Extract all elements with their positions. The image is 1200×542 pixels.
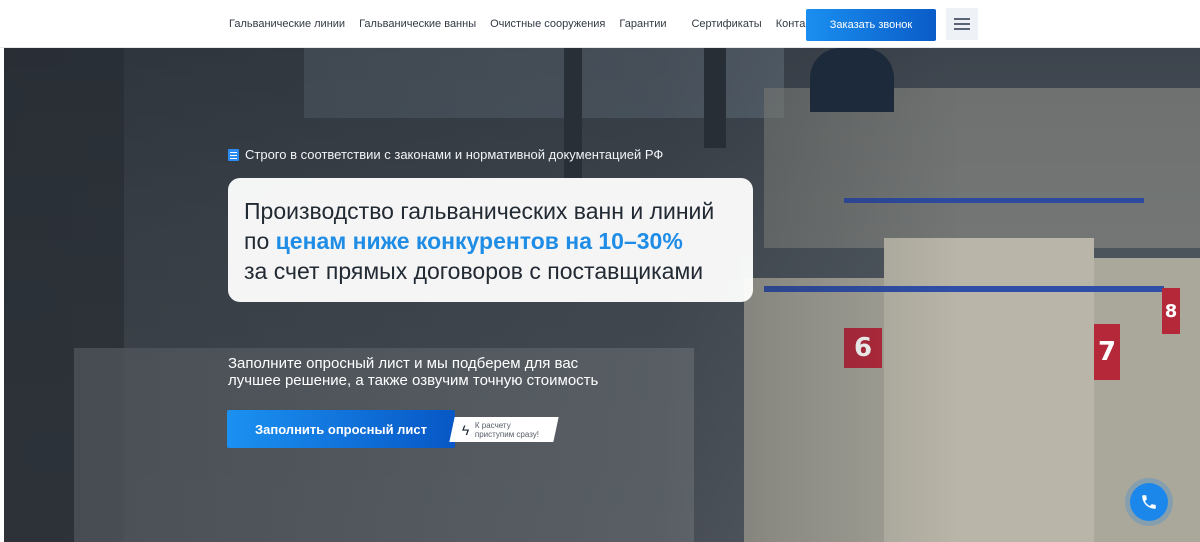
nav-link-guarantees[interactable]: Гарантии xyxy=(619,18,666,30)
nav-link-galvanic-lines[interactable]: Гальванические линии xyxy=(229,18,345,30)
document-icon xyxy=(228,148,239,161)
nav-link-treatment-facilities[interactable]: Очистные сооружения xyxy=(490,18,605,30)
headline-line-1: Производство гальванических ванн и линий xyxy=(244,198,715,224)
hamburger-menu-icon[interactable] xyxy=(946,8,978,40)
top-navigation-bar: Гальванические линии Гальванические ванн… xyxy=(0,0,1200,48)
hero-subtext: Заполните опросный лист и мы подберем дл… xyxy=(228,355,599,389)
headline-line-2: по ценам ниже конкурентов на 10–30% xyxy=(244,228,683,254)
phone-icon[interactable] xyxy=(1130,483,1168,521)
order-call-button[interactable]: Заказать звонок xyxy=(806,9,936,41)
fill-questionnaire-button[interactable]: Заполнить опросный лист xyxy=(227,410,455,448)
lightning-icon: ϟ xyxy=(462,421,470,438)
tagline-text: Строго в соответствии с законами и норма… xyxy=(245,147,664,162)
headline-line-3: за счет прямых договоров с поставщиками xyxy=(244,258,704,284)
nav-link-certificates[interactable]: Сертификаты xyxy=(691,18,761,30)
nav-link-galvanic-baths[interactable]: Гальванические ванны xyxy=(359,18,476,30)
headline-accent: ценам ниже конкурентов на 10–30% xyxy=(275,228,683,254)
cta-note-badge: ϟ К расчету приступим сразу! xyxy=(449,417,559,442)
main-nav: Гальванические линии Гальванические ванн… xyxy=(222,0,830,48)
headline-card: Производство гальванических ванн и линий… xyxy=(228,178,753,302)
compliance-tagline: Строго в соответствии с законами и норма… xyxy=(228,147,663,162)
